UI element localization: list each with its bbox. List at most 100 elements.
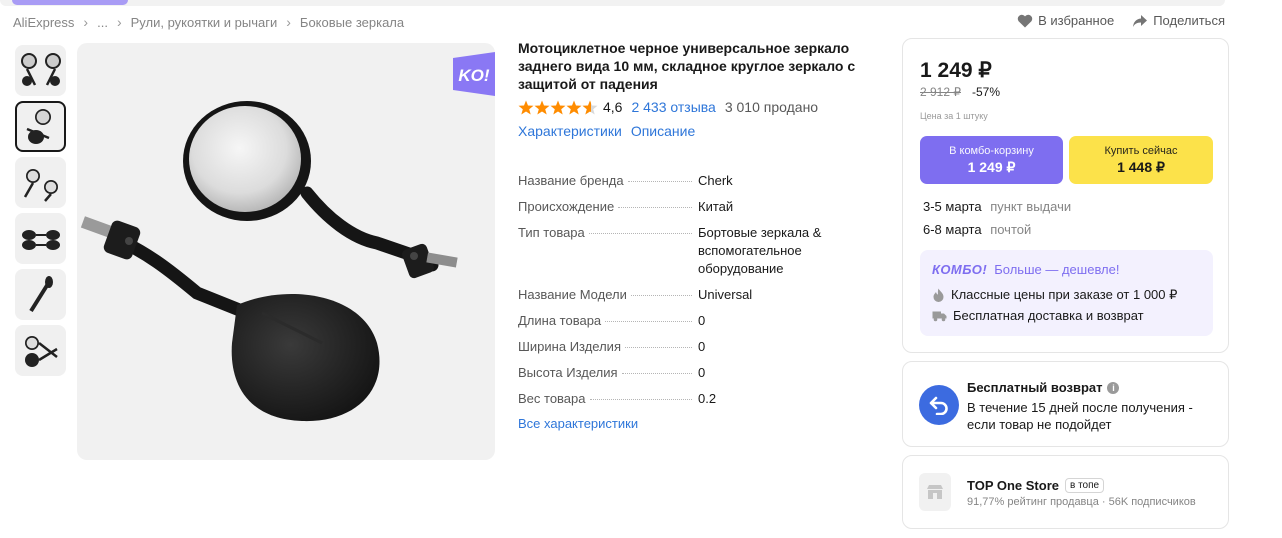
spec-dots: [621, 373, 692, 374]
thumbnail-6[interactable]: [15, 325, 66, 376]
spec-dots: [589, 399, 692, 400]
combo-line: Бесплатная доставка и возврат: [932, 308, 1144, 323]
free-return-card[interactable]: Бесплатный возврат i В течение 15 дней п…: [902, 361, 1229, 447]
tab-characteristics[interactable]: Характеристики: [518, 123, 622, 139]
buy-button-price: 1 448 ₽: [1117, 158, 1165, 175]
mirror-image: [26, 108, 51, 144]
favorite-button[interactable]: В избранное: [1017, 13, 1114, 28]
spec-name: Длина товара: [518, 313, 602, 328]
spec-row: Тип товара Бортовые зеркала & вспомогате…: [518, 224, 888, 278]
thumbnail-5[interactable]: [15, 269, 66, 320]
price-card: 1 249 ₽ 2 912 ₽ -57% Цена за 1 штуку В к…: [902, 38, 1229, 353]
ko-badge-text: KO!: [458, 66, 490, 85]
reviews-link[interactable]: 2 433 отзыва: [631, 99, 715, 115]
thumbnail-4[interactable]: [15, 213, 66, 264]
chevron-right-icon: ›: [286, 14, 291, 30]
mirror-side-image: [28, 275, 53, 312]
star-icon: [534, 100, 550, 114]
share-button[interactable]: Поделиться: [1132, 13, 1225, 28]
share-label: Поделиться: [1153, 13, 1225, 28]
product-title: Мотоциклетное черное универсальное зерка…: [518, 40, 856, 92]
thumbnail-1[interactable]: [15, 45, 66, 96]
spec-name: Ширина Изделия: [518, 339, 621, 354]
breadcrumb-item-aliexpress[interactable]: AliExpress: [13, 15, 74, 30]
tab-description[interactable]: Описание: [631, 123, 695, 139]
delivery-option: 3-5 марта пункт выдачи: [923, 199, 1071, 214]
spec-name: Высота Изделия: [518, 365, 618, 380]
combo-button-label: В комбо-корзину: [949, 144, 1034, 157]
top-actions: В избранное Поделиться: [999, 13, 1225, 28]
breadcrumb-item-category[interactable]: Рули, рукоятки и рычаги: [131, 15, 278, 30]
spec-name-cell: Название бренда: [518, 172, 698, 190]
spec-value: 0.2: [698, 391, 717, 406]
share-icon: [1133, 14, 1148, 27]
combo-header: КОМБО! Больше — дешевле!: [932, 262, 1119, 277]
delivery-date: 6-8 марта: [923, 222, 982, 237]
spec-name-cell: Вес товара: [518, 390, 698, 408]
spec-value: Китай: [698, 199, 734, 214]
mirror-pair-image: [23, 168, 58, 202]
info-icon[interactable]: i: [1107, 381, 1120, 394]
breadcrumb-item-ellipsis[interactable]: ...: [97, 15, 108, 30]
ko-badge: KO!: [453, 52, 495, 96]
combo-line-text: Бесплатная доставка и возврат: [953, 308, 1144, 323]
delivery-date: 3-5 марта: [923, 199, 982, 214]
spec-value: 0: [698, 313, 706, 328]
info-tabs: Характеристики Описание: [518, 123, 888, 139]
spec-name-cell: Происхождение: [518, 198, 698, 216]
spec-row: Вес товара 0.2: [518, 390, 888, 408]
star-icon: [518, 100, 534, 114]
spec-dots: [588, 233, 692, 234]
store-icon: [919, 473, 951, 511]
return-title: Бесплатный возврат i: [967, 380, 1120, 395]
heart-icon: [1017, 14, 1033, 27]
combo-button-price: 1 249 ₽: [967, 158, 1016, 175]
store-stats: 91,77% рейтинг продавца · 56K подписчико…: [967, 496, 1196, 508]
store-name-row: TOP One Store в топе: [967, 478, 1105, 493]
main-product-image[interactable]: KO!: [77, 43, 495, 460]
add-to-combo-button[interactable]: В комбо-корзину 1 249 ₽: [920, 136, 1063, 184]
spec-name: Вес товара: [518, 391, 586, 406]
spec-name: Происхождение: [518, 199, 615, 214]
spec-row: Высота Изделия 0: [518, 364, 888, 382]
thumbnail-list: [15, 45, 68, 381]
sold-count: 3 010 продано: [724, 99, 819, 115]
breadcrumb: AliExpress › ... › Рули, рукоятки и рыча…: [13, 13, 404, 31]
motorcycle-mirror-image: [80, 101, 458, 422]
return-title-text: Бесплатный возврат: [967, 380, 1103, 395]
rating-row: 4,6 2 433 отзыва 3 010 продано: [518, 98, 888, 116]
thumbnail-3[interactable]: [15, 157, 66, 208]
store-card[interactable]: TOP One Store в топе 91,77% рейтинг прод…: [902, 455, 1229, 529]
combo-line-text: Классные цены при заказе от 1 000 ₽: [951, 287, 1178, 302]
spec-name-cell: Длина товара: [518, 312, 698, 330]
spec-row: Происхождение Китай: [518, 198, 888, 216]
store-name[interactable]: TOP One Store: [967, 478, 1059, 493]
old-price: 2 912 ₽: [920, 85, 961, 99]
star-icon: [550, 100, 566, 114]
spec-name: Тип товара: [518, 225, 585, 240]
rating-value: 4,6: [603, 99, 623, 115]
spec-row: Название Модели Universal: [518, 286, 888, 304]
spec-value: 0: [698, 339, 706, 354]
breadcrumb-item-subcategory[interactable]: Боковые зеркала: [300, 15, 404, 30]
return-description: В течение 15 дней после получения - если…: [967, 400, 1193, 432]
combo-headline: Больше — дешевле!: [994, 262, 1120, 277]
all-specs-link[interactable]: Все характеристики: [518, 416, 888, 431]
spec-value: Cherk: [698, 173, 733, 188]
chevron-right-icon: ›: [116, 14, 122, 30]
mirror-pair-image: [24, 335, 58, 367]
price-per-unit: Цена за 1 штуку: [920, 111, 988, 121]
buy-button-label: Купить сейчас: [1104, 144, 1178, 157]
spec-value: 0: [698, 365, 706, 380]
buy-now-button[interactable]: Купить сейчас 1 448 ₽: [1069, 136, 1213, 184]
combo-logo: КОМБО!: [932, 262, 988, 277]
thumbnail-2[interactable]: [15, 101, 66, 152]
return-arrow-icon: [919, 385, 959, 425]
store-top-badge: в топе: [1065, 478, 1105, 493]
star-half-icon: [582, 100, 598, 114]
top-strip: [0, 0, 1225, 6]
star-icon: [566, 100, 582, 114]
spec-value: Бортовые зеркала & вспомогательное обору…: [698, 225, 822, 276]
combo-promo[interactable]: КОМБО! Больше — дешевле! Классные цены п…: [920, 250, 1213, 336]
spec-name: Название Модели: [518, 287, 627, 302]
